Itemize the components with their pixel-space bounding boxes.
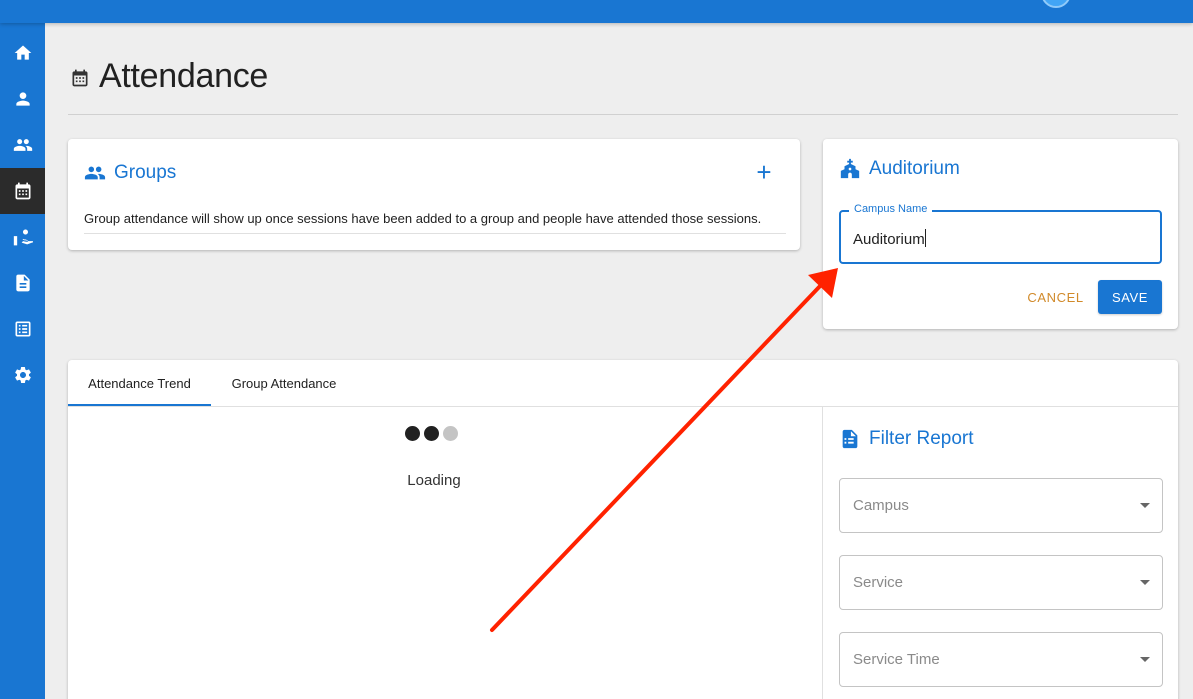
service-time-select-placeholder: Service Time — [853, 651, 940, 668]
filter-title: Filter Report — [869, 428, 974, 449]
save-button[interactable]: SAVE — [1098, 280, 1162, 314]
loading-text: Loading — [407, 472, 461, 489]
add-group-button[interactable]: + — [752, 159, 776, 185]
service-select[interactable]: Service — [839, 555, 1163, 610]
gear-icon — [14, 367, 31, 383]
page-title-text: Attendance — [99, 57, 269, 95]
chevron-down-icon — [1140, 503, 1150, 508]
groups-icon — [84, 166, 106, 180]
tab-group-attendance[interactable]: Group Attendance — [211, 360, 357, 407]
person-icon — [15, 92, 30, 106]
title-divider — [68, 114, 1178, 115]
filter-panel: Filter Report Campus Service Service Tim… — [822, 407, 1178, 699]
campus-select-placeholder: Campus — [853, 497, 909, 514]
tab-indicator — [68, 404, 211, 406]
nav-groups[interactable] — [0, 122, 45, 168]
calendar-icon — [72, 69, 88, 87]
chevron-down-icon — [1140, 580, 1150, 585]
calendar-icon — [15, 182, 30, 200]
groups-icon — [13, 139, 32, 151]
loading-area: Loading — [68, 407, 822, 699]
loading-dot — [443, 426, 458, 441]
top-app-bar — [0, 0, 1193, 23]
nav-home[interactable] — [0, 30, 45, 76]
campus-name-input[interactable]: Auditorium — [853, 231, 925, 248]
attendance-report-card: Attendance Trend Group Attendance Loadin… — [68, 360, 1178, 699]
nav-donations[interactable] — [0, 214, 45, 260]
chevron-down-icon — [1140, 657, 1150, 662]
service-time-select[interactable]: Service Time — [839, 632, 1163, 687]
groups-divider — [84, 233, 786, 234]
loading-dot — [424, 426, 439, 441]
nav-settings[interactable] — [0, 352, 45, 398]
groups-card: Groups + Group attendance will show up o… — [68, 139, 800, 250]
groups-card-header: Groups — [84, 162, 176, 184]
nav-people[interactable] — [0, 76, 45, 122]
campus-name-label: Campus Name — [849, 203, 933, 215]
campus-select[interactable]: Campus — [839, 478, 1163, 533]
nav-attendance[interactable] — [0, 168, 45, 214]
groups-card-title: Groups — [114, 162, 177, 183]
nav-forms[interactable] — [0, 260, 45, 306]
groups-empty-message: Group attendance will show up once sessi… — [84, 211, 762, 226]
campus-name-input-wrap[interactable]: Auditorium — [853, 229, 926, 248]
list-icon — [15, 321, 30, 337]
loading-dot — [405, 426, 420, 441]
tab-attendance-trend[interactable]: Attendance Trend — [68, 360, 211, 407]
cancel-button[interactable]: CANCEL — [1021, 281, 1090, 313]
filter-header: Filter Report — [839, 428, 974, 450]
campus-name-field[interactable]: Campus Name Auditorium — [839, 203, 1162, 264]
campus-card-header: Auditorium — [839, 158, 960, 180]
donations-icon — [13, 229, 33, 246]
campus-edit-card: Auditorium Campus Name Auditorium CANCEL… — [823, 139, 1178, 329]
nav-reports[interactable] — [0, 306, 45, 352]
service-select-placeholder: Service — [853, 574, 904, 591]
loading-spinner — [405, 426, 458, 441]
report-tabs: Attendance Trend Group Attendance — [68, 360, 1178, 407]
text-caret — [924, 229, 926, 247]
campus-card-title: Auditorium — [869, 158, 960, 179]
report-icon — [842, 429, 858, 449]
avatar[interactable] — [1041, 0, 1071, 8]
document-icon — [15, 274, 30, 292]
sidebar — [0, 23, 45, 699]
home-icon — [14, 45, 31, 60]
page-title: Attendance — [70, 57, 268, 96]
church-icon — [840, 158, 860, 179]
